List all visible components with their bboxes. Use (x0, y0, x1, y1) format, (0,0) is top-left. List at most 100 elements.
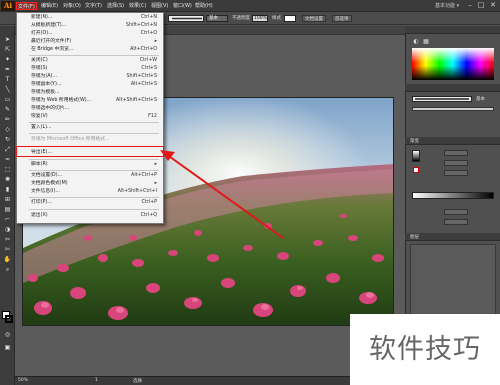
illustrator-logo: Ai (1, 1, 15, 11)
layers-panel-header: 图层 (405, 233, 500, 241)
line-tool-icon[interactable]: ╲ (3, 86, 12, 94)
gradient-ratio-field[interactable] (444, 170, 468, 176)
free-transform-icon[interactable]: ⬚ (3, 166, 12, 174)
gradient-tool-icon[interactable]: ▤ (3, 206, 12, 214)
file-menu-dropdown: 新建(N)... Ctrl+N 从模板新建(T)... Shift+Ctrl+N 打… (16, 12, 164, 224)
menu-separator (29, 209, 159, 210)
brush-select[interactable]: 基本 (206, 15, 228, 22)
status-bar: 50% 1 选择 (15, 376, 405, 385)
menu-item-save[interactable]: 存储(S) Ctrl+S (17, 65, 163, 73)
menu-edit[interactable]: 编辑(E) (40, 2, 59, 10)
rectangle-tool-icon[interactable]: ▭ (3, 96, 12, 104)
page-number[interactable]: 1 (95, 378, 98, 383)
gradient-angle-field[interactable] (444, 160, 468, 166)
color-panel-icon[interactable]: ◐ (412, 38, 420, 45)
type-tool-icon[interactable]: T (3, 76, 12, 84)
zoom-tool-icon[interactable]: ⌕ (3, 266, 12, 274)
stroke-swatch[interactable] (5, 315, 13, 323)
menu-item-revert[interactable]: 恢复(V) F12 (17, 113, 163, 121)
gradient-thumbnail[interactable] (412, 150, 420, 162)
selection-tool-icon[interactable]: ➤ (3, 36, 12, 44)
screen-mode-icon[interactable]: ▣ (3, 344, 12, 352)
menu-item-file-info[interactable]: 文件信息(I)... Alt+Shift+Ctrl+I (17, 188, 163, 196)
menu-item-save-as[interactable]: 存储为(A)... Shift+Ctrl+S (17, 73, 163, 81)
menu-separator (29, 197, 159, 198)
stroke-weight-value: 基本 (476, 97, 485, 102)
graph-tool-icon[interactable]: ▮ (3, 186, 12, 194)
direct-selection-icon[interactable]: ⇱ (3, 46, 12, 54)
menu-view[interactable]: 视图(V) (150, 2, 169, 10)
eraser-tool-icon[interactable]: ◇ (3, 126, 12, 134)
menu-file[interactable]: 文件(F) (16, 2, 37, 10)
layers-tab[interactable]: 图层 (410, 234, 419, 240)
rotate-tool-icon[interactable]: ↻ (3, 136, 12, 144)
menu-type[interactable]: 文字(T) (84, 2, 103, 10)
style-swatch[interactable] (284, 15, 296, 22)
mesh-tool-icon[interactable]: ⊞ (3, 196, 12, 204)
menu-item-close[interactable]: 关闭(C) Ctrl+W (17, 57, 163, 65)
brush-tool-icon[interactable]: ✎ (3, 106, 12, 114)
gradient-location-field[interactable] (444, 219, 468, 225)
magic-wand-icon[interactable]: ✦ (3, 56, 12, 64)
watermark: 软件技巧 (350, 314, 500, 385)
menu-item-color-mode[interactable]: 文档颜色模式(M) ▸ (17, 180, 163, 188)
gradient-bar[interactable] (412, 192, 494, 199)
menu-item-place[interactable]: 置入(L)... (17, 124, 163, 132)
opacity-input[interactable]: 100% (252, 15, 268, 22)
gradient-swatch-fill[interactable] (413, 167, 419, 173)
gradient-opacity-field[interactable] (444, 209, 468, 215)
menu-item-save-slices[interactable]: 存储选中的切片... (17, 105, 163, 113)
menu-item-new[interactable]: 新建(N)... Ctrl+N (17, 14, 163, 22)
stroke-preview[interactable] (412, 96, 472, 102)
pencil-tool-icon[interactable]: ✏ (3, 116, 12, 124)
menu-item-exit[interactable]: 退出(X) Ctrl+Q (17, 212, 163, 220)
document-setup-button[interactable]: 文档设置 (302, 15, 326, 22)
export-highlight-box (16, 146, 164, 157)
menu-select[interactable]: 选择(S) (106, 2, 125, 10)
menu-item-new-from-template[interactable]: 从模板新建(T)... Shift+Ctrl+N (17, 22, 163, 30)
menu-item-document-setup[interactable]: 文档设置(D)... Alt+Ctrl+P (17, 172, 163, 180)
close-button[interactable]: ✕ (489, 1, 497, 9)
gradient-type-field[interactable] (444, 150, 468, 156)
slice-tool-icon[interactable]: ✂ (3, 236, 12, 244)
menu-separator (29, 122, 159, 123)
menu-effect[interactable]: 效果(C) (128, 2, 147, 10)
scissors-tool-icon[interactable]: ✄ (3, 246, 12, 254)
hand-tool-icon[interactable]: ✋ (3, 256, 12, 264)
menu-item-recent[interactable]: 最近打开的文件(F) ▸ (17, 38, 163, 46)
menu-help[interactable]: 帮助(H) (194, 2, 214, 10)
eyedropper-icon[interactable]: ⌐ (3, 216, 12, 224)
warp-tool-icon[interactable]: ≈ (3, 156, 12, 164)
menu-separator (29, 170, 159, 171)
maximize-button[interactable]: □ (477, 1, 485, 9)
blend-tool-icon[interactable]: ◑ (3, 226, 12, 234)
workspace-switcher[interactable]: 基本功能 ▾ (435, 2, 459, 9)
panel-dock-header (405, 26, 500, 34)
menu-item-save-template[interactable]: 存储为模板... (17, 89, 163, 97)
color-spectrum[interactable] (412, 48, 494, 80)
menu-item-scripts[interactable]: 脚本(R) ▸ (17, 161, 163, 169)
menu-object[interactable]: 对象(O) (62, 2, 82, 10)
menu-window[interactable]: 窗口(W) (172, 2, 193, 10)
gradient-tab[interactable]: 渐变 (410, 138, 419, 144)
swatch-panel-icon[interactable]: ▦ (422, 38, 430, 45)
symbol-sprayer-icon[interactable]: ✺ (3, 176, 12, 184)
minimize-button[interactable]: – (466, 1, 474, 9)
zoom-level[interactable]: 50% (18, 378, 28, 383)
menu-item-save-for-web[interactable]: 存储为 Web 所用格式(W)... Alt+Shift+Ctrl+S (17, 97, 163, 105)
stroke-profile-select[interactable] (168, 15, 204, 22)
pen-tool-icon[interactable]: ✒ (3, 66, 12, 74)
menu-separator (29, 159, 159, 160)
menu-item-open[interactable]: 打开(O)... Ctrl+O (17, 30, 163, 38)
menu-item-browse-bridge[interactable]: 在 Bridge 中浏览... Alt+Ctrl+O (17, 46, 163, 54)
preferences-button[interactable]: 首选项 (332, 15, 352, 22)
drawing-mode-icon[interactable]: ◎ (3, 331, 12, 339)
menu-item-save-copy[interactable]: 存储副本(Y)... Alt+Ctrl+S (17, 81, 163, 89)
stroke-panel-header (405, 84, 500, 92)
layers-list[interactable] (410, 244, 496, 324)
scale-tool-icon[interactable]: ⤢ (3, 146, 12, 154)
style-label: 样式 (272, 16, 281, 21)
stroke-slider[interactable] (412, 107, 494, 111)
menu-item-print[interactable]: 打印(P)... Ctrl+P (17, 199, 163, 207)
opacity-label: 不透明度 (232, 16, 250, 21)
